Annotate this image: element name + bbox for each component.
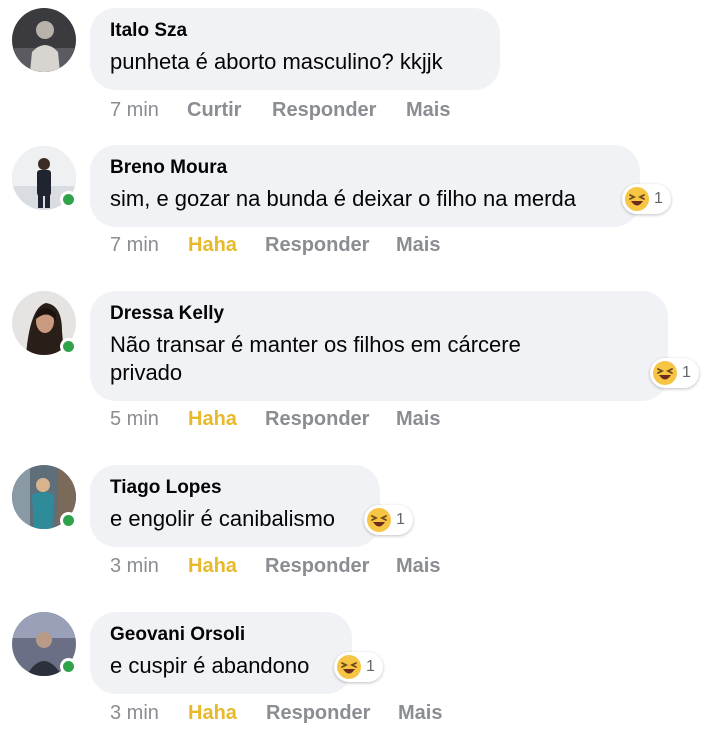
comment-time[interactable]: 5 min [110,406,159,432]
comment-bubble: Geovani Orsoli e cuspir é abandono [90,612,352,694]
comment-text-line: Não transar é manter os filhos em cárcer… [110,332,521,357]
more-button[interactable]: Mais [398,700,442,726]
reaction-badge[interactable]: 1 [334,652,383,682]
commenter-name[interactable]: Dressa Kelly [110,303,648,325]
reply-button[interactable]: Responder [265,406,369,432]
comment-bubble: Breno Moura sim, e gozar na bunda é deix… [90,145,640,227]
comment-text: e cuspir é abandono [110,653,310,678]
reply-button[interactable]: Responder [265,232,369,258]
comment-time[interactable]: 3 min [110,553,159,579]
comment-text: punheta é aborto masculino? kkjjk [110,49,443,74]
commenter-name[interactable]: Italo Sza [110,20,480,42]
commenter-name[interactable]: Tiago Lopes [110,477,360,499]
reaction-count: 1 [366,658,375,675]
haha-emoji-icon [367,508,391,532]
commenter-name[interactable]: Geovani Orsoli [110,624,332,646]
commenter-name[interactable]: Breno Moura [110,157,620,179]
reply-button[interactable]: Responder [266,700,370,726]
haha-emoji-icon [653,361,677,385]
haha-reaction-button[interactable]: Haha [188,553,237,579]
more-button[interactable]: Mais [396,232,440,258]
comment-text: sim, e gozar na bunda é deixar o filho n… [110,186,576,211]
comment-bubble: Italo Sza punheta é aborto masculino? kk… [90,8,500,90]
comment-time[interactable]: 7 min [110,97,159,123]
comment-time[interactable]: 3 min [110,700,159,726]
haha-reaction-button[interactable]: Haha [188,232,237,258]
online-status-icon [60,191,77,208]
reply-button[interactable]: Responder [272,97,376,123]
more-button[interactable]: Mais [396,553,440,579]
like-button[interactable]: Curtir [187,97,241,123]
reaction-badge[interactable]: 1 [650,358,699,388]
reaction-count: 1 [654,190,663,207]
haha-reaction-button[interactable]: Haha [188,406,237,432]
haha-reaction-button[interactable]: Haha [188,700,237,726]
reply-button[interactable]: Responder [265,553,369,579]
comment-text: e engolir é canibalismo [110,506,336,531]
comment-text-line: privado [110,360,183,385]
reaction-count: 1 [682,364,691,381]
avatar[interactable] [12,8,76,72]
reaction-badge[interactable]: 1 [622,184,671,214]
comment-time[interactable]: 7 min [110,232,159,258]
reaction-badge[interactable]: 1 [364,505,413,535]
comment-bubble: Tiago Lopes e engolir é canibalismo [90,465,380,547]
comment-text: Não transar é manter os filhos em cárcer… [110,331,648,387]
online-status-icon [60,512,77,529]
online-status-icon [60,338,77,355]
haha-emoji-icon [625,187,649,211]
comment-bubble: Dressa Kelly Não transar é manter os fil… [90,291,668,401]
online-status-icon [60,658,77,675]
haha-emoji-icon [337,655,361,679]
reaction-count: 1 [396,511,405,528]
more-button[interactable]: Mais [406,97,450,123]
more-button[interactable]: Mais [396,406,440,432]
